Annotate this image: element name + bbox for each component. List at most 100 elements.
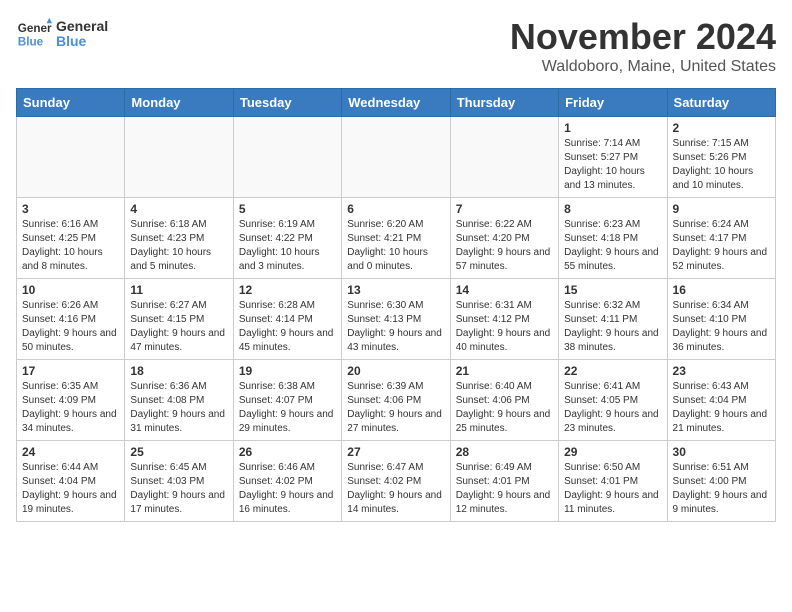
calendar-week-row: 24 Sunrise: 6:44 AM Sunset: 4:04 PM Dayli… (17, 441, 776, 522)
calendar-cell (450, 117, 558, 198)
calendar-week-row: 1 Sunrise: 7:14 AM Sunset: 5:27 PM Daylig… (17, 117, 776, 198)
day-number: 30 (673, 445, 770, 459)
page-header: General Blue General Blue November 2024 … (16, 16, 776, 76)
day-number: 21 (456, 364, 553, 378)
calendar-cell: 20Sunrise: 6:39 AM Sunset: 4:06 PM Dayli… (342, 360, 450, 441)
logo-text-general: General (56, 19, 108, 34)
day-info: Sunrise: 6:43 AM Sunset: 4:04 PM Dayligh… (673, 380, 770, 436)
day-info: Sunrise: 6:41 AM Sunset: 4:05 PM Dayligh… (564, 380, 661, 436)
calendar-cell: 21 Sunrise: 6:40 AM Sunset: 4:06 PM Dayli… (450, 360, 558, 441)
calendar-cell (233, 117, 341, 198)
day-number: 29 (564, 445, 661, 459)
day-number: 6 (347, 202, 444, 216)
calendar-cell: 23 Sunrise: 6:43 AM Sunset: 4:04 PM Dayli… (667, 360, 775, 441)
day-number: 25 (130, 445, 227, 459)
calendar-cell: 4 Sunrise: 6:18 AM Sunset: 4:23 PM Daylig… (125, 198, 233, 279)
calendar-header-row: SundayMondayTuesdayWednesdayThursdayFrid… (17, 89, 776, 117)
calendar-cell: 17 Sunrise: 6:35 AM Sunset: 4:09 PM Dayli… (17, 360, 125, 441)
calendar-header-thursday: Thursday (450, 89, 558, 117)
day-number: 26 (239, 445, 336, 459)
day-number: 19 (239, 364, 336, 378)
calendar-header-friday: Friday (559, 89, 667, 117)
day-number: 17 (22, 364, 119, 378)
calendar-cell: 12Sunrise: 6:28 AM Sunset: 4:14 PM Dayli… (233, 279, 341, 360)
calendar-cell: 1 Sunrise: 7:14 AM Sunset: 5:27 PM Daylig… (559, 117, 667, 198)
calendar-week-row: 10 Sunrise: 6:26 AM Sunset: 4:16 PM Dayli… (17, 279, 776, 360)
day-info: Sunrise: 6:18 AM Sunset: 4:23 PM Dayligh… (130, 218, 227, 274)
calendar-cell: 24 Sunrise: 6:44 AM Sunset: 4:04 PM Dayli… (17, 441, 125, 522)
calendar-cell: 25 Sunrise: 6:45 AM Sunset: 4:03 PM Dayli… (125, 441, 233, 522)
day-info: Sunrise: 6:31 AM Sunset: 4:12 PM Dayligh… (456, 299, 553, 355)
calendar-cell: 15 Sunrise: 6:32 AM Sunset: 4:11 PM Dayli… (559, 279, 667, 360)
calendar-cell: 29 Sunrise: 6:50 AM Sunset: 4:01 PM Dayli… (559, 441, 667, 522)
calendar-week-row: 17 Sunrise: 6:35 AM Sunset: 4:09 PM Dayli… (17, 360, 776, 441)
calendar-header-monday: Monday (125, 89, 233, 117)
location-title: Waldoboro, Maine, United States (510, 58, 776, 76)
day-number: 24 (22, 445, 119, 459)
calendar-cell: 9Sunrise: 6:24 AM Sunset: 4:17 PM Daylig… (667, 198, 775, 279)
calendar-header-saturday: Saturday (667, 89, 775, 117)
day-info: Sunrise: 6:30 AM Sunset: 4:13 PM Dayligh… (347, 299, 444, 355)
day-info: Sunrise: 6:16 AM Sunset: 4:25 PM Dayligh… (22, 218, 119, 274)
day-info: Sunrise: 6:22 AM Sunset: 4:20 PM Dayligh… (456, 218, 553, 274)
day-number: 9 (673, 202, 770, 216)
day-number: 1 (564, 121, 661, 135)
calendar-cell: 3 Sunrise: 6:16 AM Sunset: 4:25 PM Daylig… (17, 198, 125, 279)
day-info: Sunrise: 6:39 AM Sunset: 4:06 PM Dayligh… (347, 380, 444, 436)
calendar-cell: 14 Sunrise: 6:31 AM Sunset: 4:12 PM Dayli… (450, 279, 558, 360)
day-number: 27 (347, 445, 444, 459)
day-number: 4 (130, 202, 227, 216)
day-info: Sunrise: 6:28 AM Sunset: 4:14 PM Dayligh… (239, 299, 336, 355)
day-info: Sunrise: 6:44 AM Sunset: 4:04 PM Dayligh… (22, 461, 119, 517)
day-info: Sunrise: 6:34 AM Sunset: 4:10 PM Dayligh… (673, 299, 770, 355)
month-title: November 2024 (510, 16, 776, 58)
calendar-cell: 26 Sunrise: 6:46 AM Sunset: 4:02 PM Dayli… (233, 441, 341, 522)
day-info: Sunrise: 6:23 AM Sunset: 4:18 PM Dayligh… (564, 218, 661, 274)
day-number: 14 (456, 283, 553, 297)
calendar-cell: 28Sunrise: 6:49 AM Sunset: 4:01 PM Dayli… (450, 441, 558, 522)
day-number: 23 (673, 364, 770, 378)
day-info: Sunrise: 6:35 AM Sunset: 4:09 PM Dayligh… (22, 380, 119, 436)
day-info: Sunrise: 6:36 AM Sunset: 4:08 PM Dayligh… (130, 380, 227, 436)
day-info: Sunrise: 6:26 AM Sunset: 4:16 PM Dayligh… (22, 299, 119, 355)
day-number: 2 (673, 121, 770, 135)
calendar-cell: 22 Sunrise: 6:41 AM Sunset: 4:05 PM Dayli… (559, 360, 667, 441)
calendar-cell: 30 Sunrise: 6:51 AM Sunset: 4:00 PM Dayli… (667, 441, 775, 522)
day-info: Sunrise: 6:19 AM Sunset: 4:22 PM Dayligh… (239, 218, 336, 274)
calendar-cell: 11Sunrise: 6:27 AM Sunset: 4:15 PM Dayli… (125, 279, 233, 360)
calendar-cell (125, 117, 233, 198)
day-info: Sunrise: 6:51 AM Sunset: 4:00 PM Dayligh… (673, 461, 770, 517)
calendar-week-row: 3 Sunrise: 6:16 AM Sunset: 4:25 PM Daylig… (17, 198, 776, 279)
calendar-cell: 2 Sunrise: 7:15 AM Sunset: 5:26 PM Daylig… (667, 117, 775, 198)
day-info: Sunrise: 6:20 AM Sunset: 4:21 PM Dayligh… (347, 218, 444, 274)
logo-icon: General Blue (16, 16, 52, 52)
day-info: Sunrise: 6:49 AM Sunset: 4:01 PM Dayligh… (456, 461, 553, 517)
calendar-table: SundayMondayTuesdayWednesdayThursdayFrid… (16, 88, 776, 522)
calendar-cell: 5 Sunrise: 6:19 AM Sunset: 4:22 PM Daylig… (233, 198, 341, 279)
calendar-cell (17, 117, 125, 198)
day-number: 7 (456, 202, 553, 216)
calendar-cell: 7 Sunrise: 6:22 AM Sunset: 4:20 PM Daylig… (450, 198, 558, 279)
day-info: Sunrise: 7:15 AM Sunset: 5:26 PM Dayligh… (673, 137, 770, 193)
day-info: Sunrise: 6:46 AM Sunset: 4:02 PM Dayligh… (239, 461, 336, 517)
day-number: 18 (130, 364, 227, 378)
day-number: 11 (130, 283, 227, 297)
svg-text:Blue: Blue (18, 36, 44, 49)
day-number: 13 (347, 283, 444, 297)
day-info: Sunrise: 6:32 AM Sunset: 4:11 PM Dayligh… (564, 299, 661, 355)
calendar-header-tuesday: Tuesday (233, 89, 341, 117)
day-info: Sunrise: 7:14 AM Sunset: 5:27 PM Dayligh… (564, 137, 661, 193)
day-info: Sunrise: 6:45 AM Sunset: 4:03 PM Dayligh… (130, 461, 227, 517)
day-number: 22 (564, 364, 661, 378)
logo: General Blue General Blue (16, 16, 108, 52)
day-number: 8 (564, 202, 661, 216)
day-info: Sunrise: 6:38 AM Sunset: 4:07 PM Dayligh… (239, 380, 336, 436)
day-info: Sunrise: 6:50 AM Sunset: 4:01 PM Dayligh… (564, 461, 661, 517)
day-number: 15 (564, 283, 661, 297)
day-info: Sunrise: 6:40 AM Sunset: 4:06 PM Dayligh… (456, 380, 553, 436)
calendar-cell: 10 Sunrise: 6:26 AM Sunset: 4:16 PM Dayli… (17, 279, 125, 360)
day-number: 3 (22, 202, 119, 216)
calendar-cell: 19 Sunrise: 6:38 AM Sunset: 4:07 PM Dayli… (233, 360, 341, 441)
day-number: 5 (239, 202, 336, 216)
day-number: 10 (22, 283, 119, 297)
